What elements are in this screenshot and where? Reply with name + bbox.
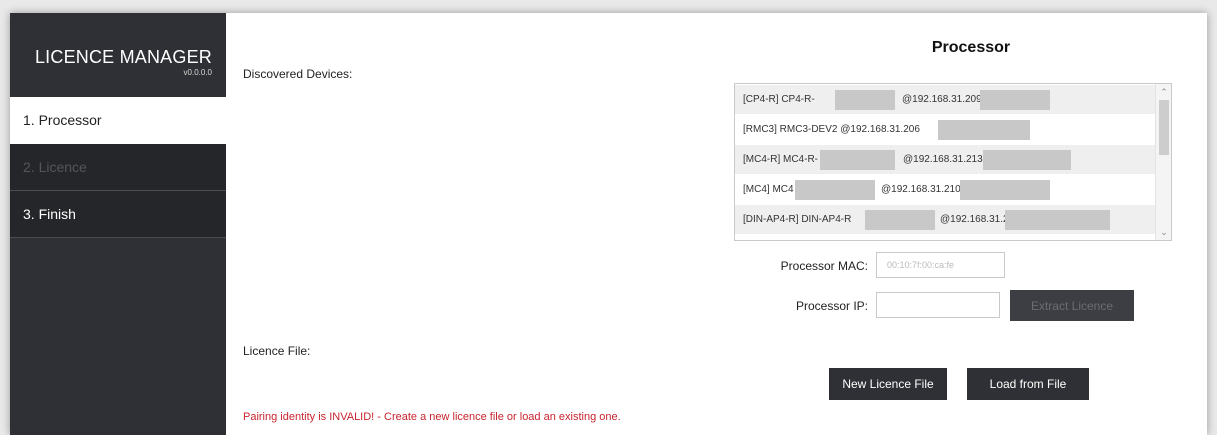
redaction-block [980, 90, 1050, 110]
processor-mac-field: 00:10:7f:00:ca:fe [876, 252, 1005, 278]
error-message: Pairing identity is INVALID! - Create a … [243, 411, 621, 423]
redaction-block [1005, 210, 1110, 230]
scroll-down-icon[interactable]: ⌄ [1156, 224, 1171, 240]
load-from-file-button[interactable]: Load from File [967, 368, 1089, 400]
device-list-item[interactable]: [RMC3] RMC3-DEV2 @192.168.31.206 [735, 115, 1171, 144]
licence-file-label: Licence File: [243, 344, 311, 358]
device-list[interactable]: [CP4-R] CP4-R- @192.168.31.209 [RMC3] RM… [734, 83, 1172, 241]
app-title: LICENCE MANAGER [34, 47, 212, 67]
processor-mac-label: Processor MAC: [780, 259, 868, 273]
redaction-block [835, 90, 895, 110]
device-ip: @192.168.31.213 [903, 154, 983, 165]
device-name: [MC4] MC4 [743, 184, 794, 195]
device-list-item[interactable]: [CP4-R] CP4-R- @192.168.31.209 [735, 85, 1171, 114]
device-list-scrollbar[interactable]: ⌃ ⌄ [1155, 84, 1171, 240]
scroll-up-icon[interactable]: ⌃ [1156, 84, 1171, 100]
device-list-item[interactable]: [DIN-AP4-R] DIN-AP4-R @192.168.31.205 [735, 205, 1171, 234]
nav-item-licence: 2. Licence [10, 144, 226, 191]
device-name: [CP4-R] CP4-R- [743, 94, 815, 105]
device-name: [DIN-AP4-R] DIN-AP4-R [743, 214, 852, 225]
processor-ip-label: Processor IP: [795, 299, 868, 313]
extract-licence-button: Extract Licence [1010, 290, 1134, 321]
redaction-block [960, 180, 1050, 200]
redaction-block [865, 210, 935, 230]
licence-manager-window: LICENCE MANAGER v0.0.0.0 1. Processor 2.… [10, 13, 1207, 435]
redaction-block [983, 150, 1071, 170]
nav-item-finish[interactable]: 3. Finish [10, 191, 226, 238]
new-licence-file-button[interactable]: New Licence File [829, 368, 947, 400]
redaction-block [795, 180, 875, 200]
redaction-block [820, 150, 895, 170]
discovered-devices-label: Discovered Devices: [243, 67, 353, 81]
page-title: Processor [931, 39, 1011, 56]
device-list-item[interactable]: [MC4-R] MC4-R- @192.168.31.213 [735, 145, 1171, 174]
main-panel: Discovered Devices: Processor [CP4-R] CP… [226, 13, 1207, 435]
device-ip: @192.168.31.209 [902, 94, 982, 105]
device-ip: @192.168.31.210 [881, 184, 961, 195]
redaction-block [938, 120, 1030, 140]
app-version: v0.0.0.0 [183, 68, 212, 77]
scroll-thumb[interactable] [1159, 100, 1169, 155]
nav-item-processor[interactable]: 1. Processor [10, 97, 226, 144]
sidebar: LICENCE MANAGER v0.0.0.0 1. Processor 2.… [10, 13, 226, 435]
device-name: [RMC3] RMC3-DEV2 @192.168.31.206 [743, 124, 920, 135]
processor-ip-input[interactable] [876, 292, 1000, 318]
device-list-item[interactable]: [MC4] MC4 @192.168.31.210 [735, 175, 1171, 204]
brand: LICENCE MANAGER v0.0.0.0 [10, 13, 226, 97]
device-name: [MC4-R] MC4-R- [743, 154, 818, 165]
